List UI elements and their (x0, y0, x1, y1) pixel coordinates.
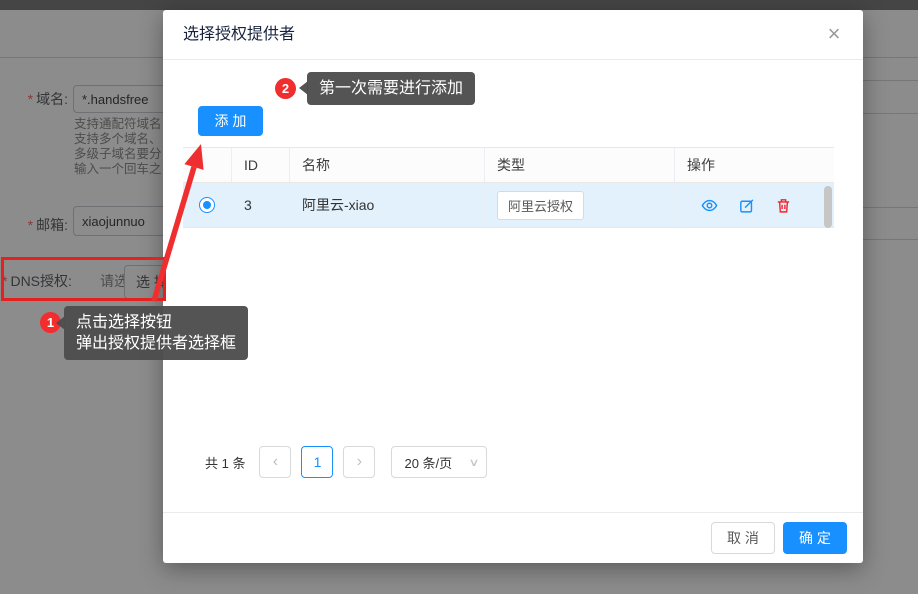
select-auth-provider-dialog: 选择授权提供者 × 添 加 ID 名称 类型 操作 3 阿里云-xiao 阿里云 (163, 10, 863, 563)
add-button[interactable]: 添 加 (198, 106, 263, 136)
provider-table: ID 名称 类型 操作 3 阿里云-xiao 阿里云授权 (183, 147, 834, 228)
edit-icon[interactable] (738, 197, 755, 214)
row-name-cell: 阿里云-xiao (290, 183, 485, 227)
page-size-select[interactable]: 20 条/页 ∨ (391, 446, 487, 478)
pagination: 共 1 条 ‹ 1 › 20 条/页 ∨ (205, 446, 487, 478)
header-cell-actions: 操作 (675, 148, 834, 182)
header-cell-select (183, 148, 232, 182)
dialog-footer: 取 消 确 定 (163, 512, 863, 563)
confirm-button-label: 确 定 (799, 528, 831, 548)
dialog-title: 选择授权提供者 (183, 10, 295, 60)
view-icon[interactable] (701, 197, 718, 214)
row-radio-cell (183, 183, 232, 227)
row-actions-cell (675, 183, 834, 227)
delete-icon[interactable] (775, 197, 792, 214)
page-1-button[interactable]: 1 (301, 446, 333, 478)
table-row[interactable]: 3 阿里云-xiao 阿里云授权 (183, 183, 834, 228)
close-icon[interactable]: × (819, 20, 849, 50)
radio-selected[interactable] (199, 197, 215, 213)
pagination-total: 共 1 条 (205, 453, 245, 472)
header-cell-type: 类型 (485, 148, 675, 182)
header-cell-id: ID (232, 148, 290, 182)
screen: *域名: *.handsfree 支持通配符域名 支持多个域名、 多级子域名要分… (0, 0, 918, 594)
cancel-button-label: 取 消 (727, 528, 759, 548)
dialog-header: 选择授权提供者 × (163, 10, 863, 60)
radio-dot (203, 201, 211, 209)
cancel-button[interactable]: 取 消 (711, 522, 775, 554)
chevron-down-icon: ∨ (469, 456, 480, 469)
prev-icon: ‹ (273, 453, 278, 471)
row-id-cell: 3 (232, 183, 290, 227)
add-button-label: 添 加 (215, 111, 247, 131)
prev-page-button[interactable]: ‹ (259, 446, 291, 478)
table-header-row: ID 名称 类型 操作 (183, 147, 834, 183)
table-scrollbar-thumb[interactable] (824, 186, 832, 228)
next-page-button[interactable]: › (343, 446, 375, 478)
row-type-cell: 阿里云授权 (485, 183, 675, 227)
header-cell-name: 名称 (290, 148, 485, 182)
next-icon: › (357, 453, 362, 471)
page-size-value: 20 条/页 (404, 453, 452, 472)
type-tag: 阿里云授权 (497, 191, 584, 220)
confirm-button[interactable]: 确 定 (783, 522, 847, 554)
